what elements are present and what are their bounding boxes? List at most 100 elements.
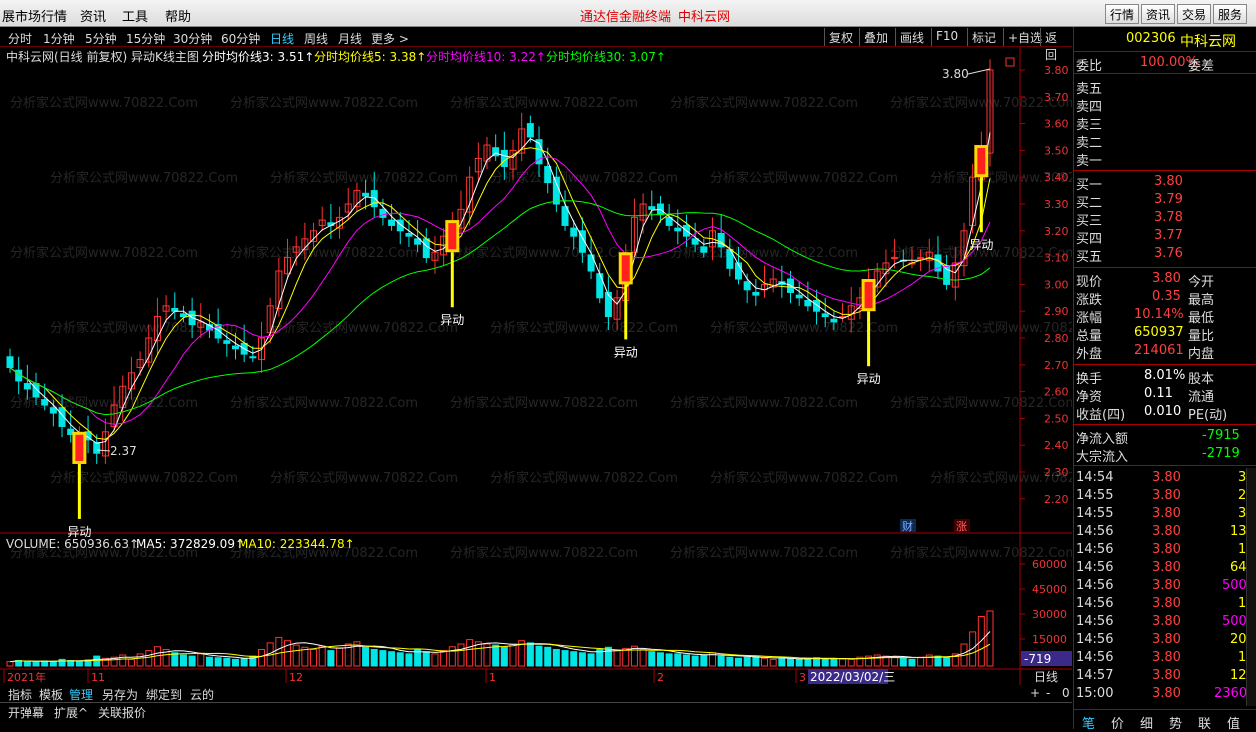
news-button[interactable]: 资讯: [1141, 4, 1176, 24]
volume-bar: [821, 658, 829, 667]
tick-volume: 2360: [1214, 686, 1248, 701]
draw-line-button[interactable]: 画线: [895, 28, 928, 46]
candle-body: [570, 227, 578, 237]
quote-tabs: 笔价细势联值: [1074, 711, 1256, 732]
period-weekly[interactable]: 周线: [304, 30, 328, 47]
candle-body: [6, 356, 14, 368]
tick-time: 14:54: [1076, 470, 1114, 485]
zoom-in-button[interactable]: +: [1030, 686, 1040, 700]
volume-bar: [656, 652, 664, 667]
watermark-text: 分析家公式网www.70822.Com: [490, 170, 678, 186]
trade-button[interactable]: 交易: [1177, 4, 1212, 24]
tick-price: 3.80: [1152, 650, 1181, 665]
period-1min[interactable]: 1分钟: [43, 30, 75, 47]
restore-rights-button[interactable]: 复权: [824, 28, 857, 46]
date-tick-label: 11: [91, 671, 105, 684]
candle-body: [500, 149, 508, 167]
stat-value: 10.14%: [1134, 307, 1184, 322]
volume-bar: [214, 657, 222, 667]
volume-bar: [917, 656, 925, 667]
tick-time: 14:55: [1076, 506, 1114, 521]
menu-help[interactable]: 帮助: [165, 6, 191, 25]
tab-template[interactable]: 模板: [39, 686, 63, 703]
stock-title-row: 002306 中科云网: [1074, 30, 1256, 50]
zoom-reset-button[interactable]: 0: [1062, 686, 1070, 700]
period-daily[interactable]: 日线: [270, 30, 294, 47]
tab-indicator[interactable]: 指标: [8, 686, 32, 703]
signal-core: [977, 148, 986, 175]
watermark-text: 分析家公式网www.70822.Com: [10, 245, 198, 261]
kline-chart[interactable]: 分析家公式网www.70822.Com 分析家公式网www.70822.Com 分析…: [0, 47, 1072, 685]
candle-body: [674, 227, 682, 232]
period-monthly[interactable]: 月线: [338, 30, 362, 47]
sell-level-row: 卖三: [1074, 113, 1256, 133]
f10-button[interactable]: F10: [931, 28, 962, 46]
volume-bar: [986, 610, 994, 667]
period-15min[interactable]: 15分钟: [126, 30, 165, 47]
tick-row: 14:55 3.80 3: [1074, 505, 1256, 523]
back-button[interactable]: 返回: [1040, 28, 1072, 62]
quote-tab[interactable]: 值: [1227, 713, 1240, 732]
volume-bar: [544, 646, 552, 667]
quote-tab[interactable]: 笔: [1082, 713, 1095, 732]
tab-cloud[interactable]: 云的: [190, 686, 214, 703]
related-quote-button[interactable]: 关联报价: [98, 704, 146, 721]
volume-bar: [440, 650, 448, 667]
expand-button[interactable]: 扩展^: [54, 704, 88, 721]
tab-save-as[interactable]: 另存为: [102, 686, 138, 703]
quote-tab[interactable]: 细: [1140, 713, 1153, 732]
mark-button[interactable]: 标记: [967, 28, 1000, 46]
volume-bar: [578, 652, 586, 667]
menu-market[interactable]: 展市场行情: [2, 6, 67, 25]
candle-body: [604, 291, 612, 318]
candle-body: [596, 273, 604, 299]
volume-bar: [873, 654, 881, 667]
tick-row: 14:56 3.80 1: [1074, 595, 1256, 613]
volume-bar: [552, 649, 560, 667]
low-price-label: 2.37: [110, 444, 137, 458]
tab-bind-to[interactable]: 绑定到: [146, 686, 182, 703]
volume-bar: [405, 653, 413, 667]
tick-volume: 12: [1230, 668, 1247, 683]
zoom-out-button[interactable]: -: [1046, 686, 1050, 700]
period-60min[interactable]: 60分钟: [221, 30, 260, 47]
tab-manage[interactable]: 管理: [69, 686, 93, 703]
ticks-scrollbar[interactable]: [1246, 468, 1256, 706]
menu-news[interactable]: 资讯: [80, 6, 106, 25]
period-more[interactable]: 更多 >: [371, 30, 409, 47]
volume-bar: [119, 654, 127, 667]
quote-tab[interactable]: 联: [1198, 713, 1211, 732]
service-button[interactable]: 服务: [1213, 4, 1248, 24]
overlay-button[interactable]: 叠加: [859, 28, 892, 46]
period-intraday[interactable]: 分时: [8, 30, 32, 47]
quote-tab[interactable]: 势: [1169, 713, 1182, 732]
tick-time: 14:56: [1076, 524, 1114, 539]
period-5min[interactable]: 5分钟: [85, 30, 117, 47]
candle-body: [179, 313, 187, 318]
danmaku-toggle[interactable]: 开弹幕: [8, 704, 44, 721]
volume-bar: [622, 647, 630, 667]
candle-body: [795, 294, 803, 299]
sell-level-label: 卖一: [1076, 154, 1103, 169]
date-tick-label: 12: [289, 671, 303, 684]
quote-tab[interactable]: 价: [1111, 713, 1124, 732]
price-tick-label: 3.10: [1044, 252, 1069, 265]
market-button[interactable]: 行情: [1105, 4, 1140, 24]
volume-bar: [535, 645, 543, 667]
watermark-layer: 分析家公式网www.70822.Com 分析家公式网www.70822.Com 分析…: [10, 95, 1072, 561]
tick-time: 14:56: [1076, 560, 1114, 575]
candle-body: [544, 165, 552, 184]
period-30min[interactable]: 30分钟: [173, 30, 212, 47]
buy-level-price: 3.78: [1154, 210, 1183, 225]
tick-price: 3.80: [1152, 542, 1181, 557]
flow-row: 大宗流入 -2719: [1074, 445, 1256, 465]
candle-body: [648, 206, 656, 210]
tick-volume: 500: [1222, 578, 1247, 593]
volume-bar: [943, 656, 951, 667]
vol-ma5-label: MA5: 372829.09↑: [136, 537, 245, 551]
tick-price: 3.80: [1152, 470, 1181, 485]
stat-value: 0.35: [1152, 289, 1181, 304]
menu-tools[interactable]: 工具: [122, 6, 148, 25]
app-title-stock: 中科云网: [678, 10, 731, 25]
sell-level-row: 卖四: [1074, 95, 1256, 115]
